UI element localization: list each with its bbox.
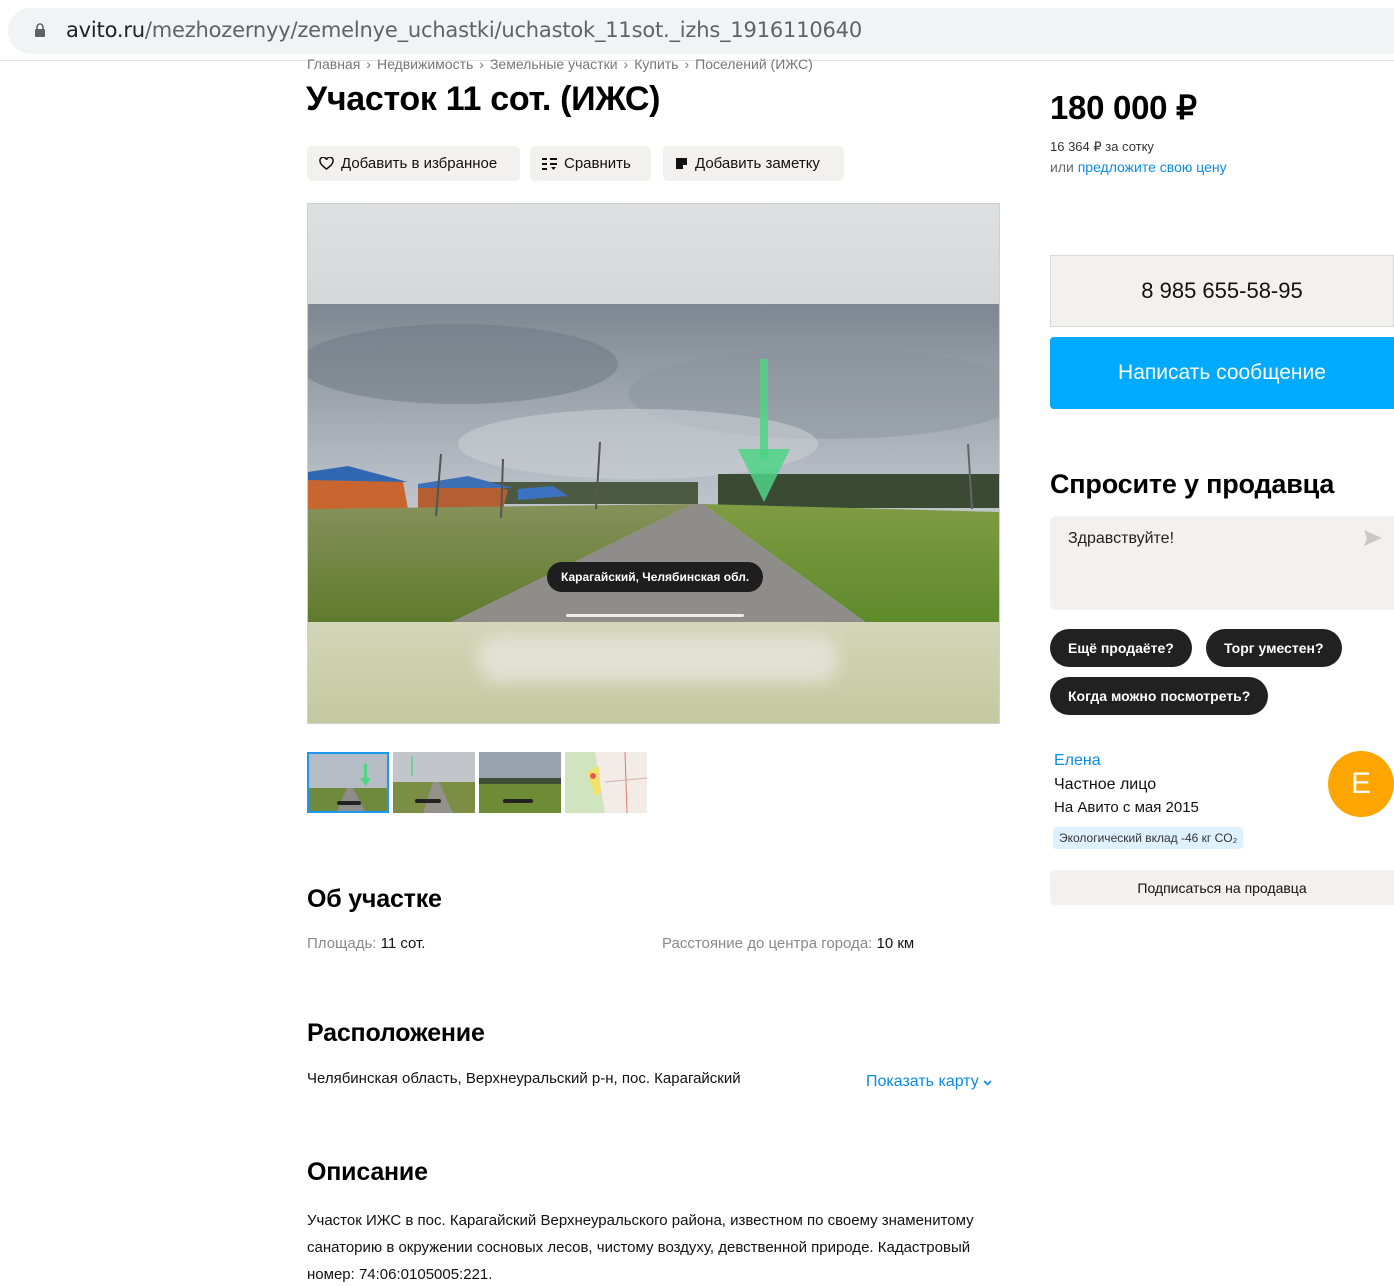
quick-question-bargain[interactable]: Торг уместен? <box>1206 629 1342 667</box>
distance-param: Расстояние до центра города: 10 км <box>662 935 914 952</box>
heart-icon <box>319 157 334 170</box>
breadcrumb-item[interactable]: Недвижимость <box>377 56 473 72</box>
breadcrumb-separator: › <box>623 56 629 72</box>
location-title: Расположение <box>307 1019 485 1047</box>
address-bar[interactable]: avito.ru/mezhozernyy/zemelnye_uchastki/u… <box>8 8 1394 54</box>
about-title: Об участке <box>307 885 442 913</box>
breadcrumb-item[interactable]: Купить <box>634 56 678 72</box>
url-text: avito.ru/mezhozernyy/zemelnye_uchastki/u… <box>66 18 862 42</box>
seller-name-link[interactable]: Елена <box>1054 752 1101 770</box>
breadcrumb-separator: › <box>479 56 484 72</box>
show-map-label: Показать карту <box>866 1073 979 1090</box>
gallery-blur-bottom <box>308 622 999 723</box>
send-icon[interactable] <box>1364 530 1382 546</box>
add-favorite-button[interactable]: Добавить в избранное <box>307 146 520 181</box>
description-title: Описание <box>307 1158 428 1186</box>
photo-gallery[interactable]: Карагайский, Челябинская обл. <box>307 203 1000 724</box>
quick-question-viewing[interactable]: Когда можно посмотреть? <box>1050 677 1269 715</box>
price-per-sotka: 16 364 ₽ за сотку <box>1050 139 1154 154</box>
gallery-progress-bar <box>566 614 744 617</box>
description-text: Участок ИЖС в пос. Карагайский Верхнеура… <box>307 1212 974 1283</box>
avatar[interactable]: Е <box>1328 751 1394 817</box>
thumbnail[interactable] <box>307 752 389 813</box>
subscribe-seller-button[interactable]: Подписаться на продавца <box>1050 870 1394 905</box>
compare-icon <box>542 157 557 170</box>
show-phone-button[interactable]: 8 985 655-58-95 <box>1050 255 1394 327</box>
price: 180 000 ₽ <box>1050 89 1197 126</box>
eco-badge: Экологический вклад -46 кг CO₂ <box>1053 827 1244 849</box>
add-note-button[interactable]: Добавить заметку <box>663 146 844 181</box>
thumbnail-image <box>565 752 647 813</box>
area-label: Площадь: <box>307 935 377 952</box>
breadcrumb-item[interactable]: Земельные участки <box>490 56 618 72</box>
add-note-label: Добавить заметку <box>695 155 820 172</box>
compare-label: Сравнить <box>564 155 631 172</box>
distance-value: 10 км <box>876 935 915 952</box>
breadcrumb-separator: › <box>684 56 690 72</box>
gallery-blur-top <box>308 204 999 304</box>
ask-seller-input[interactable]: Здравствуйте! <box>1050 516 1394 610</box>
area-value: 11 сот. <box>380 935 426 952</box>
chevron-down-icon <box>983 1080 992 1086</box>
offer-price-line: или предложите свою цену <box>1050 159 1227 175</box>
thumbnail-image <box>309 754 387 811</box>
thumbnail-image <box>393 752 475 813</box>
offer-price-link[interactable]: предложите свою цену <box>1078 159 1227 175</box>
or-label: или <box>1050 159 1074 175</box>
distance-label: Расстояние до центра города: <box>662 935 873 952</box>
thumbnail[interactable] <box>565 752 647 813</box>
seller-type: Частное лицо <box>1054 776 1157 793</box>
area-param: Площадь: 11 сот. <box>307 935 425 952</box>
breadcrumb-item[interactable]: Поселений (ИЖС) <box>695 56 813 72</box>
compare-button[interactable]: Сравнить <box>530 146 651 181</box>
thumbnail-image <box>479 752 561 813</box>
ask-seller-text: Здравствуйте! <box>1068 530 1175 547</box>
thumbnail[interactable] <box>393 752 475 813</box>
breadcrumb-separator: › <box>366 56 371 72</box>
location-caption: Карагайский, Челябинская обл. <box>547 562 764 592</box>
thumbnail[interactable] <box>479 752 561 813</box>
write-message-button[interactable]: Написать сообщение <box>1050 337 1394 409</box>
add-favorite-label: Добавить в избранное <box>341 155 498 172</box>
show-map-link[interactable]: Показать карту <box>866 1073 992 1091</box>
quick-question-still-selling[interactable]: Ещё продаёте? <box>1050 629 1192 667</box>
note-icon <box>676 158 687 169</box>
ask-seller-title: Спросите у продавца <box>1050 469 1335 499</box>
seller-since: На Авито с мая 2015 <box>1054 799 1199 816</box>
breadcrumb-item[interactable]: Главная <box>307 56 360 72</box>
address-text: Челябинская область, Верхнеуральский р-н… <box>307 1070 741 1087</box>
lock-icon <box>35 23 45 37</box>
page-title: Участок 11 сот. (ИЖС) <box>306 80 661 118</box>
breadcrumb: Главная › Недвижимость › Земельные участки › К… <box>307 56 813 72</box>
